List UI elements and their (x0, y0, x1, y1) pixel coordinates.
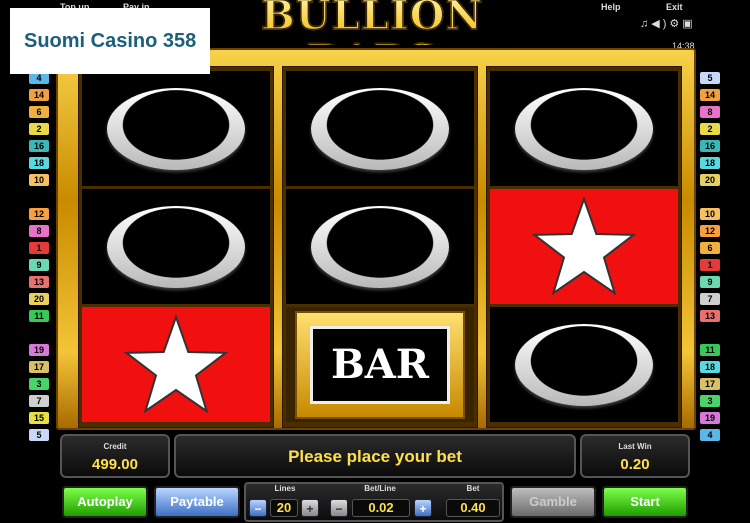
right-line-number[interactable]: 16 (700, 140, 720, 152)
right-line-number[interactable]: 4 (700, 429, 720, 441)
left-line-number[interactable]: 9 (29, 259, 49, 271)
left-line-number[interactable]: 6 (29, 106, 49, 118)
bar-symbol-label: BAR (310, 325, 450, 404)
credit-value: 499.00 (92, 456, 138, 473)
right-line-number[interactable]: 5 (700, 72, 720, 84)
right-line-number[interactable]: 19 (700, 412, 720, 424)
bet-line-decrease-button[interactable]: − (330, 499, 348, 517)
reel-cell (82, 189, 270, 304)
fullscreen-icon[interactable]: ▣ (682, 18, 695, 30)
paytable-button[interactable]: Paytable (154, 486, 240, 518)
bet-label: Bet (466, 484, 480, 493)
right-line-number[interactable]: 11 (700, 344, 720, 356)
reel-cell (82, 71, 270, 186)
reel-1 (78, 66, 274, 428)
ring-symbol-icon (311, 205, 449, 288)
reel-cell: BAR (286, 307, 474, 422)
right-line-number[interactable]: 10 (700, 208, 720, 220)
left-line-number[interactable]: 13 (29, 276, 49, 288)
right-line-number[interactable]: 18 (700, 157, 720, 169)
reel-cell (82, 307, 270, 422)
right-line-number[interactable]: 1 (700, 259, 720, 271)
left-line-number[interactable]: 16 (29, 140, 49, 152)
exit-link[interactable]: Exit (666, 2, 683, 12)
ring-symbol-icon (107, 87, 245, 170)
reel-cell (286, 189, 474, 304)
reel-2: BAR (282, 66, 478, 428)
right-line-number[interactable]: 3 (700, 395, 720, 407)
star-symbol-icon (123, 313, 229, 414)
autoplay-button[interactable]: Autoplay (62, 486, 148, 518)
right-line-number[interactable]: 9 (700, 276, 720, 288)
ring-symbol-icon (515, 87, 653, 170)
settings-icon[interactable]: ⚙ (669, 18, 682, 30)
bar-symbol-icon: BAR (295, 310, 465, 419)
left-line-number[interactable]: 10 (29, 174, 49, 186)
status-message: Please place your bet (288, 447, 462, 466)
system-icons: ♫◀)⚙▣ (640, 17, 696, 30)
left-line-number[interactable]: 12 (29, 208, 49, 220)
right-line-number[interactable]: 13 (700, 310, 720, 322)
left-line-number[interactable]: 2 (29, 123, 49, 135)
last-win-value: 0.20 (620, 456, 650, 473)
right-line-number[interactable]: 17 (700, 378, 720, 390)
lines-increase-button[interactable]: + (301, 499, 319, 517)
right-line-number[interactable]: 2 (700, 123, 720, 135)
help-link[interactable]: Help (601, 2, 621, 12)
sound-icon[interactable]: ◀) (651, 18, 669, 30)
ring-symbol-icon (515, 323, 653, 406)
last-win-panel: Last Win 0.20 (580, 434, 690, 478)
left-line-number[interactable]: 17 (29, 361, 49, 373)
lines-value: 20 (270, 499, 298, 517)
reel-cell (490, 307, 678, 422)
right-line-number[interactable]: 6 (700, 242, 720, 254)
reel-cell (490, 71, 678, 186)
bet-value: 0.40 (446, 499, 500, 517)
reel-cell (490, 189, 678, 304)
right-line-number[interactable]: 12 (700, 225, 720, 237)
reel-3 (486, 66, 682, 428)
lines-decrease-button[interactable]: − (249, 499, 267, 517)
ring-symbol-icon (311, 87, 449, 170)
right-line-number[interactable]: 14 (700, 89, 720, 101)
left-line-number[interactable]: 14 (29, 89, 49, 101)
left-line-number[interactable]: 5 (29, 429, 49, 441)
left-line-number[interactable]: 1 (29, 242, 49, 254)
game-logo: BULLION BARS (192, 0, 552, 45)
right-line-number[interactable]: 7 (700, 293, 720, 305)
ring-symbol-icon (107, 205, 245, 288)
bet-line-value: 0.02 (352, 499, 410, 517)
gamble-button[interactable]: Gamble (510, 486, 596, 518)
music-icon[interactable]: ♫ (640, 18, 651, 30)
message-panel: Please place your bet (174, 434, 576, 478)
left-line-number[interactable]: 15 (29, 412, 49, 424)
bet-line-label: Bet/Line (364, 484, 396, 493)
bet-line-increase-button[interactable]: + (414, 499, 432, 517)
star-symbol-icon (531, 195, 637, 296)
start-button[interactable]: Start (602, 486, 688, 518)
reel-cell (286, 71, 474, 186)
lines-label: Lines (274, 484, 296, 493)
left-line-number[interactable]: 7 (29, 395, 49, 407)
right-line-number[interactable]: 18 (700, 361, 720, 373)
credit-label: Credit (103, 442, 127, 451)
last-win-label: Last Win (618, 442, 652, 451)
left-line-number[interactable]: 19 (29, 344, 49, 356)
casino-watermark: Suomi Casino 358 (10, 8, 210, 74)
left-line-number[interactable]: 20 (29, 293, 49, 305)
credit-panel: Credit 499.00 (60, 434, 170, 478)
left-line-number[interactable]: 3 (29, 378, 49, 390)
left-line-number[interactable]: 11 (29, 310, 49, 322)
game-title: BULLION BARS (192, 0, 552, 45)
right-line-number[interactable]: 20 (700, 174, 720, 186)
left-line-number[interactable]: 18 (29, 157, 49, 169)
right-line-number[interactable]: 8 (700, 106, 720, 118)
left-line-number[interactable]: 8 (29, 225, 49, 237)
